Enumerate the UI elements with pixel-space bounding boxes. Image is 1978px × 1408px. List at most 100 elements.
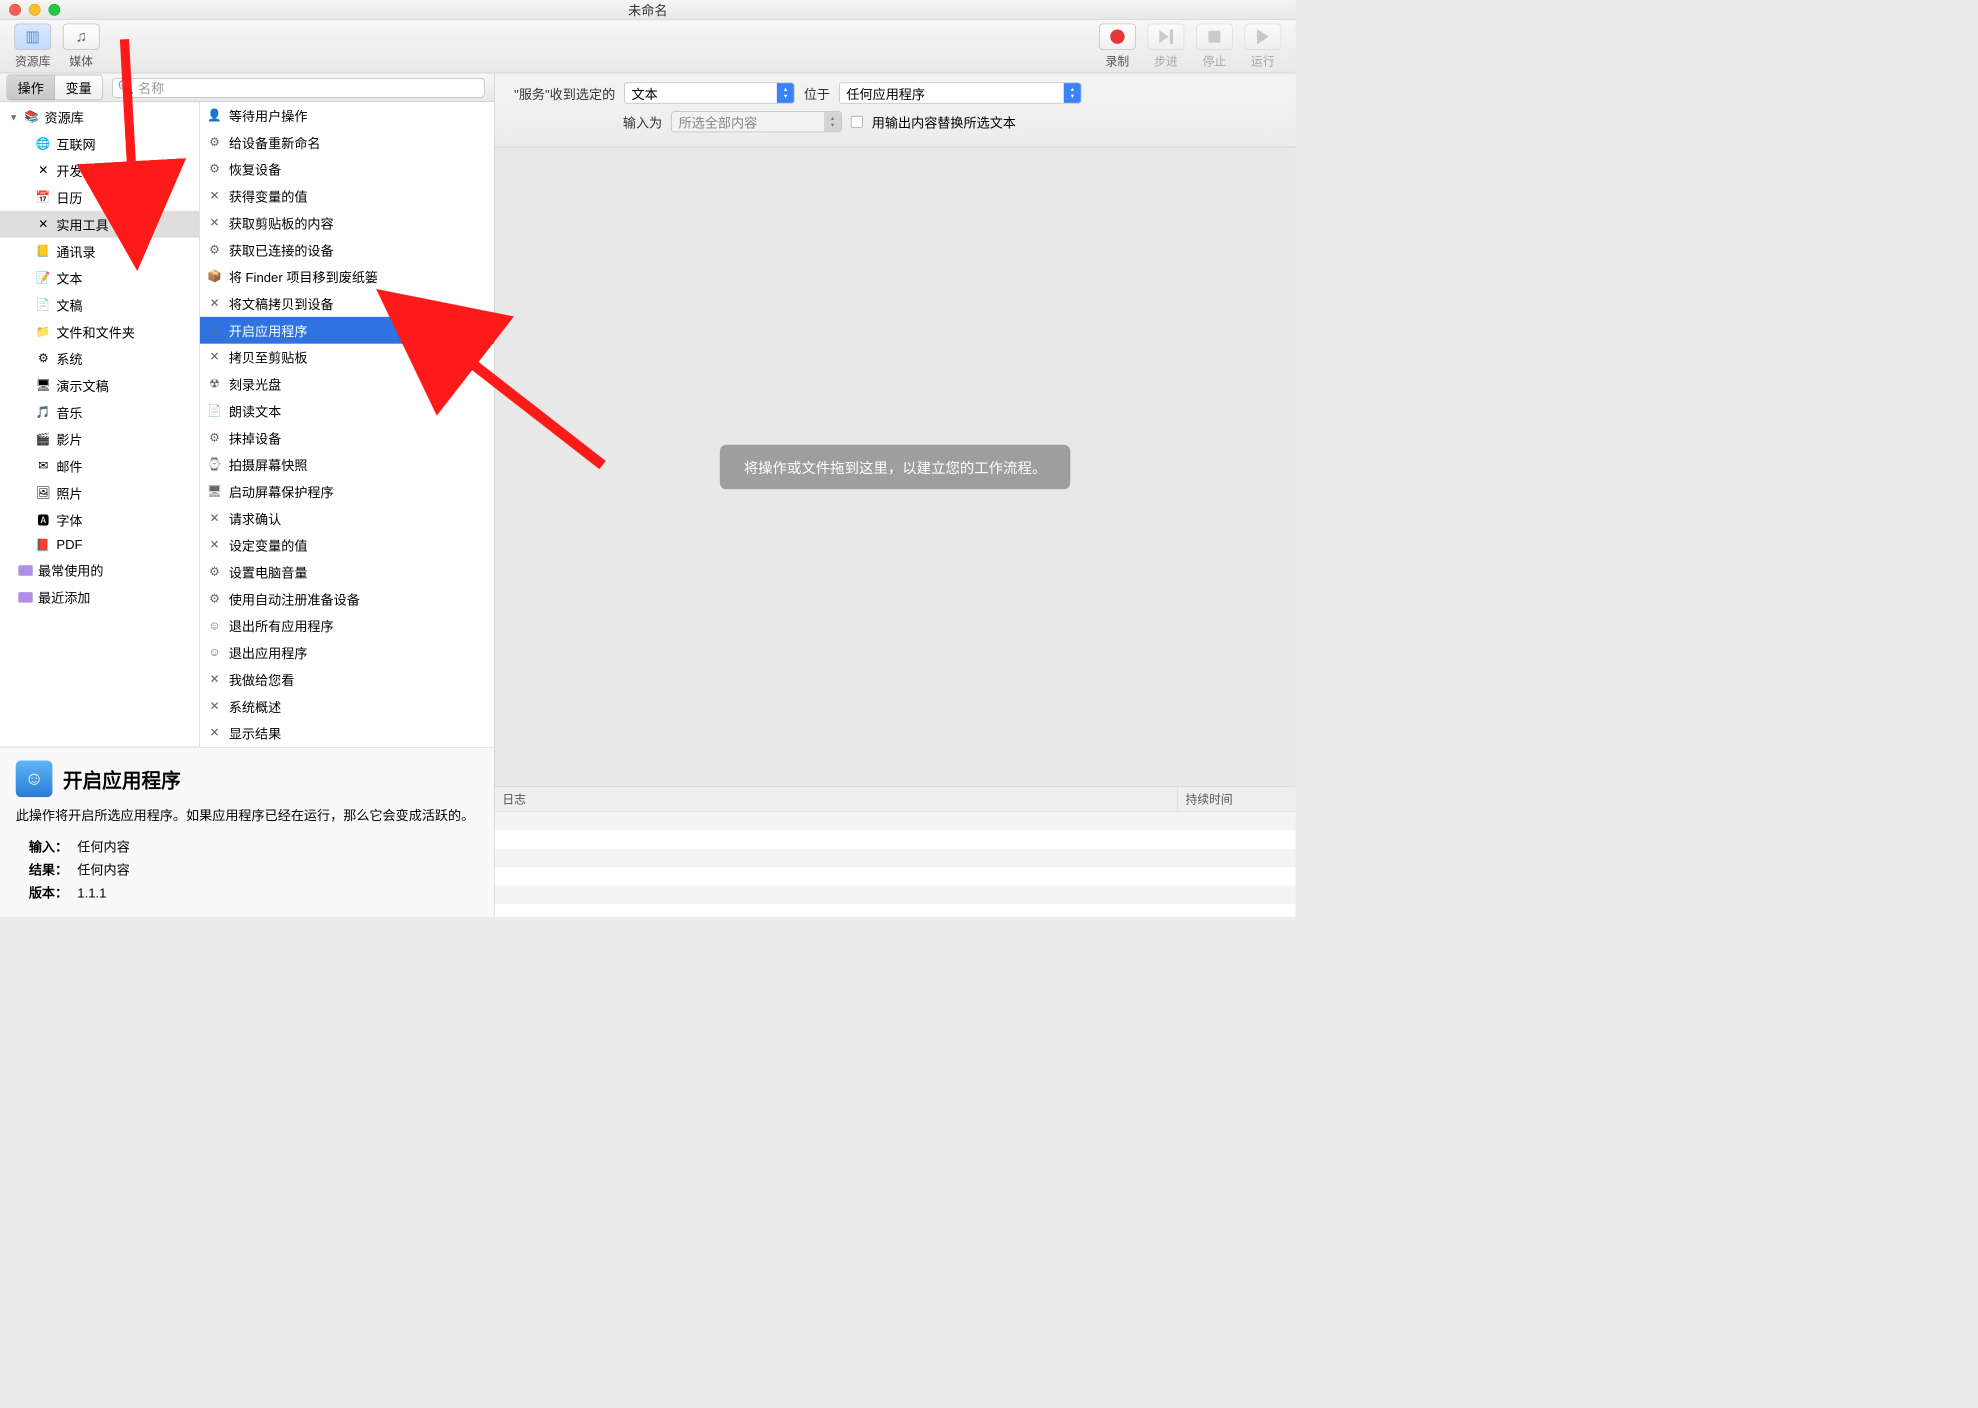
category-item[interactable]: 🌐互联网	[0, 130, 199, 157]
folder-recently-added[interactable]: 最近添加	[0, 584, 199, 611]
library-books-icon: 📚	[24, 109, 40, 125]
action-item[interactable]: ✕设定变量的值	[200, 532, 494, 559]
chevron-updown-icon: ▴▾	[1064, 83, 1081, 103]
media-button[interactable]: ♫ 媒体	[58, 21, 105, 72]
category-icon: ✕	[35, 216, 51, 232]
action-item[interactable]: ✕将文稿拷贝到设备	[200, 290, 494, 317]
action-item[interactable]: 🖥启动屏幕保护程序	[200, 478, 494, 505]
action-item[interactable]: ☢刻录光盘	[200, 371, 494, 398]
action-item[interactable]: ✕系统概述	[200, 693, 494, 720]
action-item[interactable]: ⚙获取已连接的设备	[200, 236, 494, 263]
category-item[interactable]: 🖼照片	[0, 479, 199, 506]
action-icon: ✕	[206, 725, 222, 741]
category-icon: ⚙	[35, 351, 51, 367]
category-icon: 📅	[35, 190, 51, 206]
category-item[interactable]: 📒通讯录	[0, 238, 199, 265]
workflow-canvas[interactable]: 将操作或文件拖到这里，以建立您的工作流程。	[495, 147, 1296, 786]
action-item[interactable]: ✕显示结果	[200, 720, 494, 747]
action-icon: ⚙	[206, 591, 222, 607]
tab-actions[interactable]: 操作	[7, 75, 55, 99]
tabs-search-bar: 操作 变量 🔍 名称	[0, 73, 494, 102]
category-icon: ✉	[35, 458, 51, 474]
category-list: ▼ 📚 资源库 🌐互联网✕开发者📅日历✕实用工具📒通讯录📝文本📄文稿📁文件和文件…	[0, 102, 200, 747]
replace-checkbox[interactable]	[851, 116, 863, 128]
log-column-log[interactable]: 日志	[495, 787, 1178, 812]
action-item[interactable]: ☺退出所有应用程序	[200, 612, 494, 639]
category-item[interactable]: 📄文稿	[0, 291, 199, 318]
media-icon: ♫	[63, 23, 100, 49]
category-item[interactable]: 📅日历	[0, 184, 199, 211]
category-icon: 📒	[35, 243, 51, 259]
step-button[interactable]: 步进	[1142, 21, 1189, 72]
service-receives-select[interactable]: 文本 ▴▾	[624, 83, 794, 104]
category-item[interactable]: 📁文件和文件夹	[0, 318, 199, 345]
action-item[interactable]: ✕我做给您看	[200, 666, 494, 693]
run-button[interactable]: 运行	[1239, 21, 1286, 72]
action-item[interactable]: ⚙设置电脑音量	[200, 559, 494, 586]
finder-icon: ☺	[16, 760, 53, 797]
action-icon: 📦	[206, 269, 222, 285]
tab-variables[interactable]: 变量	[55, 75, 102, 99]
service-receives-label: "服务"收到选定的	[514, 84, 615, 103]
category-icon: 📝	[35, 270, 51, 286]
action-item[interactable]: ☺退出应用程序	[200, 639, 494, 666]
action-icon: ✕	[206, 672, 222, 688]
search-input[interactable]: 🔍 名称	[112, 78, 485, 98]
category-item[interactable]: ⚙系统	[0, 345, 199, 372]
action-icon: ☺	[206, 618, 222, 634]
action-item[interactable]: 👤等待用户操作	[200, 102, 494, 129]
disclosure-triangle-icon[interactable]: ▼	[9, 112, 18, 122]
action-icon: ⚙	[206, 161, 222, 177]
folder-most-used[interactable]: 最常使用的	[0, 557, 199, 584]
action-item[interactable]: ⌚拍摄屏幕快照	[200, 451, 494, 478]
action-icon: ✕	[206, 349, 222, 365]
chevron-updown-icon: ▴▾	[824, 112, 841, 132]
record-icon	[1099, 23, 1136, 49]
action-item[interactable]: ⚙恢复设备	[200, 156, 494, 183]
chevron-updown-icon: ▴▾	[777, 83, 794, 103]
action-icon: ⚙	[206, 564, 222, 580]
category-item[interactable]: 🖥演示文稿	[0, 372, 199, 399]
category-root[interactable]: ▼ 📚 资源库	[0, 103, 199, 130]
action-item[interactable]: ✕获取剪贴板的内容	[200, 210, 494, 237]
action-icon: ✕	[206, 188, 222, 204]
input-as-select[interactable]: 所选全部内容 ▴▾	[671, 111, 841, 132]
window-title: 未命名	[0, 0, 1296, 19]
library-button[interactable]: ▥ 资源库	[9, 21, 56, 72]
action-item[interactable]: 📄朗读文本	[200, 398, 494, 425]
action-icon: ⚙	[206, 430, 222, 446]
category-icon: 🖼	[35, 485, 51, 501]
category-item[interactable]: 🎵音乐	[0, 399, 199, 426]
action-item[interactable]: ✕请求确认	[200, 505, 494, 532]
category-item[interactable]: 🅰字体	[0, 506, 199, 533]
search-icon: 🔍	[118, 79, 134, 95]
workflow-options: "服务"收到选定的 文本 ▴▾ 位于 任何应用程序 ▴▾ 输入为 所选全部内容	[495, 73, 1296, 147]
replace-checkbox-label: 用输出内容替换所选文本	[872, 112, 1016, 131]
category-item[interactable]: ✕开发者	[0, 157, 199, 184]
category-item[interactable]: ✕实用工具	[0, 211, 199, 238]
action-item[interactable]: 📦将 Finder 项目移到废纸篓	[200, 263, 494, 290]
action-item[interactable]: ⚙给设备重新命名	[200, 129, 494, 156]
action-item[interactable]: ✕获得变量的值	[200, 183, 494, 210]
action-icon: 👤	[206, 108, 222, 124]
located-in-select[interactable]: 任何应用程序 ▴▾	[839, 83, 1081, 104]
category-item[interactable]: 🎬影片	[0, 426, 199, 453]
category-icon: 🎬	[35, 431, 51, 447]
category-item[interactable]: 📝文本	[0, 265, 199, 292]
category-item[interactable]: ✉邮件	[0, 453, 199, 480]
action-item[interactable]: ☺开启应用程序	[200, 317, 494, 344]
description-panel: ☺ 开启应用程序 此操作将开启所选应用程序。如果应用程序已经在运行，那么它会变成…	[0, 747, 494, 917]
action-icon: ☺	[206, 323, 222, 339]
action-item[interactable]: ⚙抹掉设备	[200, 424, 494, 451]
action-item[interactable]: ✕拷贝至剪贴板	[200, 344, 494, 371]
description-title: 开启应用程序	[63, 764, 181, 793]
stop-button[interactable]: 停止	[1191, 21, 1238, 72]
titlebar: 未命名	[0, 0, 1296, 20]
category-item[interactable]: 📕PDF	[0, 533, 199, 557]
log-column-duration[interactable]: 持续时间	[1178, 787, 1296, 812]
category-icon: 🅰	[35, 512, 51, 528]
action-item[interactable]: ⚙使用自动注册准备设备	[200, 586, 494, 613]
record-button[interactable]: 录制	[1094, 21, 1141, 72]
left-tabs: 操作 变量	[7, 75, 103, 101]
action-icon: ✕	[206, 215, 222, 231]
